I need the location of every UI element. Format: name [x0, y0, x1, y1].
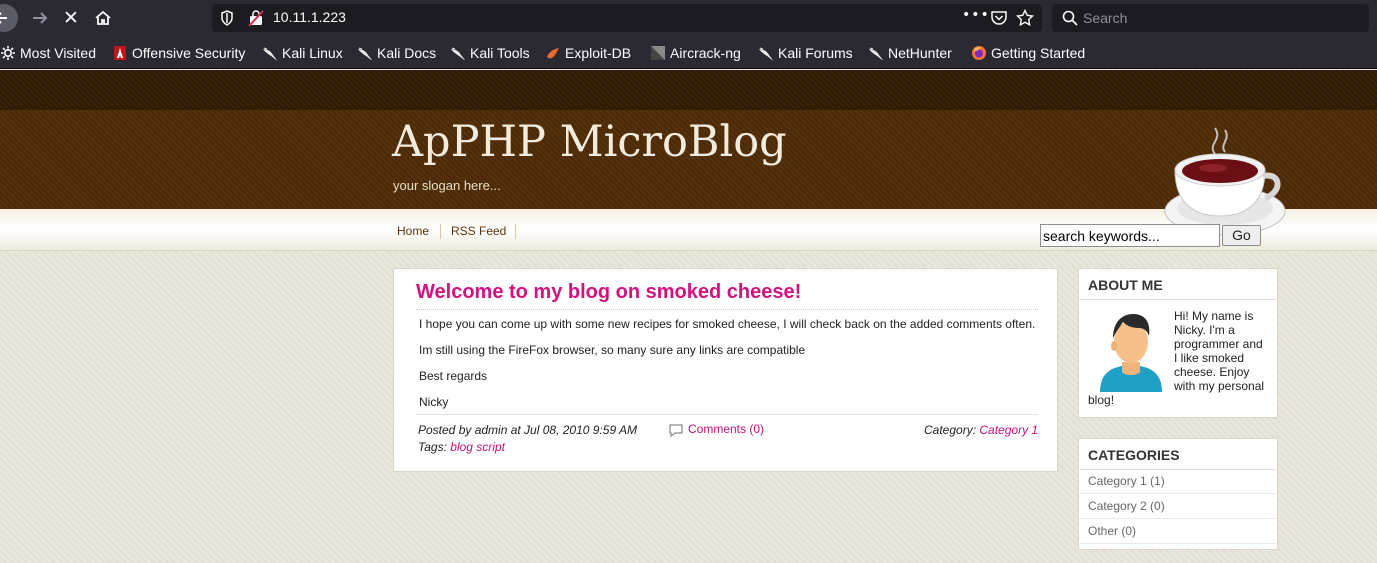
category-divider — [1080, 543, 1276, 544]
home-icon — [95, 10, 111, 25]
kali-dragon-icon — [869, 47, 883, 60]
bookmark-kali-docs[interactable]: Kali Docs — [357, 44, 436, 62]
kali-dragon-icon — [759, 47, 773, 60]
menu-home-link[interactable]: Home — [397, 224, 429, 238]
about-me-heading: ABOUT ME — [1088, 277, 1163, 293]
bookmark-nethunter[interactable]: NetHunter — [868, 44, 952, 62]
browser-toolbar: ✕ 10.11.1.223 ••• Search — [0, 0, 1377, 36]
url-text[interactable]: 10.11.1.223 — [273, 9, 346, 25]
bookmark-label: Most Visited — [20, 45, 96, 61]
bookmark-label: Kali Docs — [377, 45, 437, 61]
category-item-1[interactable]: Category 1 (1) — [1088, 474, 1165, 488]
widget-divider — [1080, 469, 1276, 470]
about-text-line: cheese. Enjoy — [1174, 365, 1250, 379]
about-text-line: programmer and — [1174, 337, 1263, 351]
post-paragraph: Best regards — [419, 369, 488, 383]
back-button[interactable] — [0, 4, 18, 32]
header-top-band — [0, 70, 1377, 110]
title-divider — [416, 309, 1038, 310]
category-item-other[interactable]: Other (0) — [1088, 524, 1136, 538]
bookmark-getting-started[interactable]: Getting Started — [971, 44, 1085, 62]
stop-loading-button[interactable]: ✕ — [59, 6, 83, 30]
arrow-left-icon — [0, 12, 7, 24]
avatar — [1100, 314, 1162, 392]
site-title[interactable]: ApPHP MicroBlog — [392, 117, 787, 167]
pocket-icon[interactable] — [990, 9, 1008, 27]
about-text-line: Nicky. I'm a — [1174, 323, 1235, 337]
bookmark-label: Getting Started — [991, 45, 1086, 61]
category-item-2[interactable]: Category 2 (0) — [1088, 499, 1165, 513]
bookmark-label: NetHunter — [888, 45, 952, 61]
forward-button[interactable] — [28, 6, 52, 30]
post-paragraph: Im still using the FireFox browser, so m… — [419, 343, 806, 357]
site-search-input[interactable]: search keywords... — [1040, 224, 1220, 247]
about-text-line: I like smoked — [1174, 351, 1245, 365]
aircrack-icon — [651, 46, 665, 60]
post-paragraph: I hope you can come up with some new rec… — [419, 317, 1036, 331]
bookmark-label: Aircrack-ng — [670, 45, 741, 61]
kali-dragon-icon — [263, 47, 277, 60]
post-title[interactable]: Welcome to my blog on smoked cheese! — [416, 281, 801, 304]
tag-link[interactable]: blog script — [450, 440, 505, 454]
comment-bubble-icon[interactable] — [668, 423, 684, 437]
browser-search-bar[interactable]: Search — [1052, 4, 1369, 32]
post-footer-divider — [416, 414, 1038, 415]
bookmark-kali-tools[interactable]: Kali Tools — [450, 44, 530, 62]
tracking-shield-icon[interactable] — [220, 9, 234, 27]
menu-divider — [515, 224, 516, 239]
arrow-right-icon — [33, 12, 48, 24]
post-paragraph: Nicky — [419, 395, 449, 409]
browser-search-placeholder[interactable]: Search — [1083, 10, 1127, 26]
exploitdb-icon — [547, 48, 559, 59]
bookmark-label: Kali Tools — [470, 45, 530, 61]
bookmark-kali-linux[interactable]: Kali Linux — [262, 44, 343, 62]
kali-dragon-icon — [451, 47, 465, 60]
categories-heading: CATEGORIES — [1088, 447, 1180, 463]
kali-dragon-icon — [358, 47, 372, 60]
category-label: Category: — [924, 423, 977, 437]
bookmark-kali-forums[interactable]: Kali Forums — [758, 44, 853, 62]
page-actions-icon[interactable]: ••• — [962, 7, 990, 23]
bookmark-aircrack-ng[interactable]: Aircrack-ng — [650, 44, 741, 62]
tags-label: Tags: — [418, 440, 447, 454]
gear-icon — [1, 46, 15, 60]
bookmark-label: Kali Forums — [778, 45, 853, 61]
site-slogan: your slogan here... — [393, 178, 501, 193]
home-button[interactable] — [91, 6, 115, 30]
bookmark-offensive-security[interactable]: Offensive Security — [112, 44, 245, 62]
comments-link[interactable]: Comments (0) — [688, 422, 764, 436]
about-text-line: blog! — [1088, 393, 1115, 407]
bookmark-label: Exploit-DB — [565, 45, 632, 61]
insecure-lock-icon[interactable] — [248, 9, 264, 27]
search-icon — [1062, 10, 1078, 26]
about-text-line: Hi! My name is — [1174, 309, 1254, 323]
bookmark-label: Kali Linux — [282, 45, 343, 61]
bookmark-label: Offensive Security — [132, 45, 246, 61]
about-text-line: with my personal — [1174, 379, 1265, 393]
category-divider — [1080, 518, 1276, 519]
category-divider — [1080, 493, 1276, 494]
category-link[interactable]: Category 1 — [979, 423, 1038, 437]
address-bar[interactable]: 10.11.1.223 ••• — [212, 4, 1042, 32]
menu-divider — [440, 224, 441, 239]
widget-divider — [1080, 299, 1276, 300]
go-button[interactable]: Go — [1222, 225, 1261, 246]
offsec-icon — [114, 46, 126, 60]
bookmark-most-visited[interactable]: Most Visited — [0, 44, 96, 62]
post-meta-author-date: Posted by admin at Jul 08, 2010 9:59 AM — [418, 423, 638, 437]
bookmark-exploit-db[interactable]: Exploit-DB — [545, 44, 631, 62]
close-icon: ✕ — [63, 7, 79, 29]
bookmark-star-icon[interactable] — [1016, 9, 1034, 27]
post-category: Category: Category 1 — [924, 423, 1038, 437]
menu-rss-feed-link[interactable]: RSS Feed — [451, 224, 506, 238]
post-tags: Tags: blog script — [418, 440, 505, 454]
bookmarks-toolbar: Most Visited Offensive Security Kali Lin… — [0, 36, 1377, 69]
firefox-icon — [972, 46, 986, 60]
